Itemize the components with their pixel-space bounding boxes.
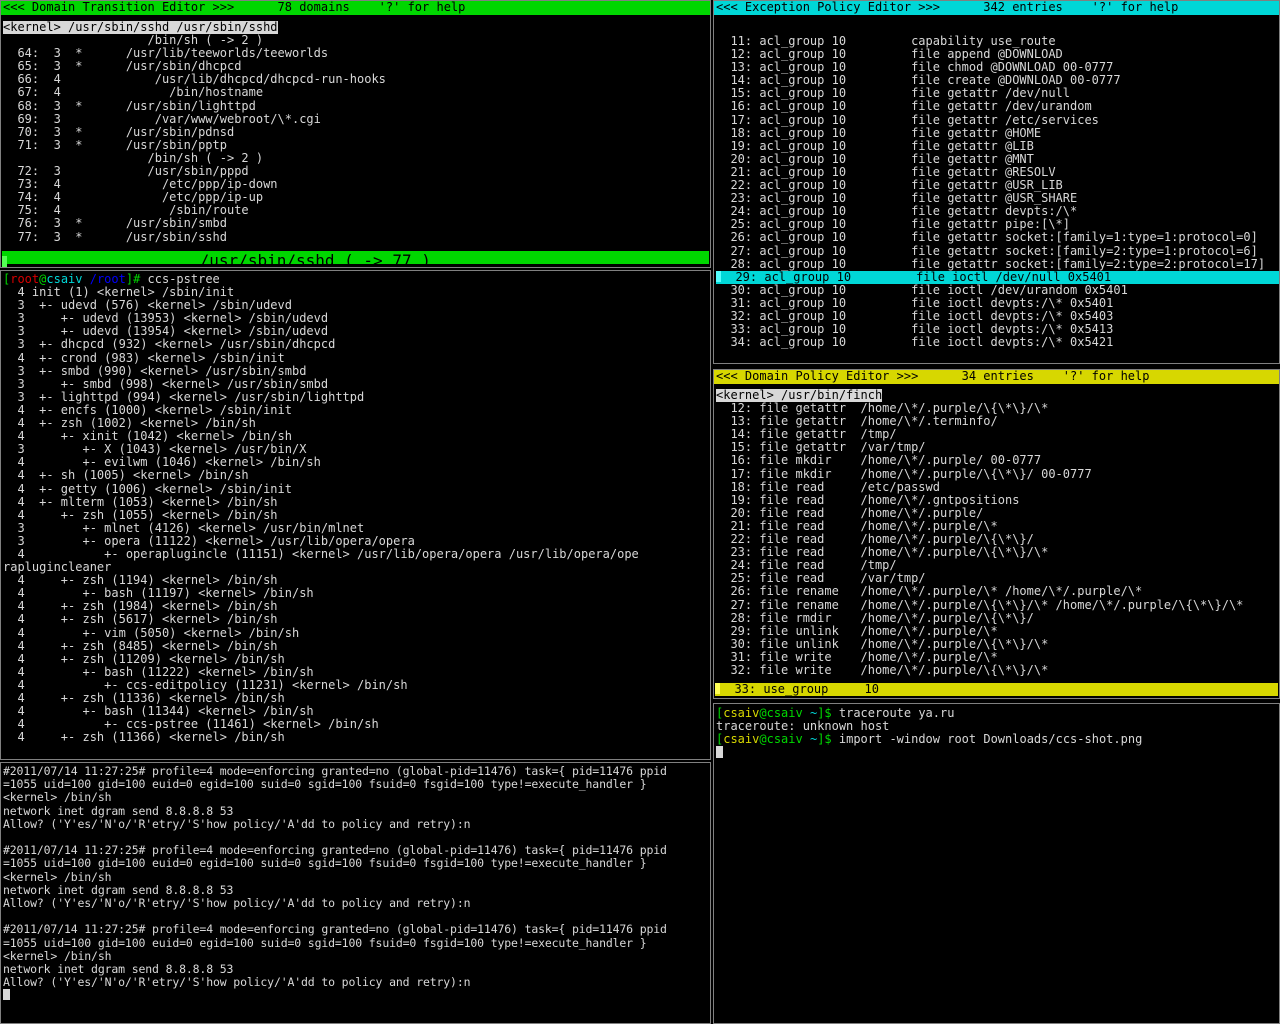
prompt-at: @ [759, 706, 767, 720]
audit-query-output: #2011/07/14 11:27:25# profile=4 mode=enf… [3, 764, 667, 990]
prompt-bracket-close: ]# [125, 272, 141, 286]
exception-selected-text: 29: acl_group 10 file ioctl /dev/null 0x… [721, 269, 1112, 284]
prompt-host: csaiv [46, 272, 83, 286]
exception-rows-after[interactable]: 30: acl_group 10 file ioctl /dev/urandom… [716, 283, 1279, 349]
exception-selected-row[interactable]: 29: acl_group 10 file ioctl /dev/null 0x… [716, 269, 1279, 284]
domain-policy-selected-row[interactable]: 33: use_group 10 [715, 682, 1278, 696]
shell-command-2: import -window root Downloads/ccs-shot.p… [831, 732, 1143, 747]
prompt-host: csaiv [766, 706, 803, 720]
domain-transition-editor-header: <<< Domain Transition Editor >>> 78 doma… [1, 1, 710, 15]
pstree-command: ccs-pstree [140, 272, 220, 286]
domain-transition-selected-text: /usr/sbin/sshd ( -> 77 ) [7, 251, 431, 268]
shell-terminal-window[interactable]: [csaiv@csaiv ~]$ traceroute ya.ru tracer… [713, 703, 1280, 1024]
domain-policy-rows[interactable]: 12: file getattr /home/\*/.purple/\{\*\}… [716, 402, 1279, 677]
domain-policy-editor-window[interactable]: <<< Domain Policy Editor >>> 34 entries … [713, 369, 1280, 699]
domain-transition-selected-row[interactable]: /usr/sbin/sshd ( -> 77 ) [2, 251, 709, 267]
audit-query-body[interactable]: #2011/07/14 11:27:25# profile=4 mode=enf… [1, 763, 710, 1003]
exception-rows-before[interactable]: 11: acl_group 10 capability use_route 12… [716, 34, 1279, 271]
prompt-cwd: /root [89, 272, 126, 286]
exception-policy-editor-header: <<< Exception Policy Editor >>> 342 entr… [714, 1, 1279, 15]
text-cursor [716, 746, 723, 759]
text-cursor [3, 989, 10, 1001]
prompt-user: root [10, 272, 40, 286]
domain-policy-editor-header: <<< Domain Policy Editor >>> 34 entries … [714, 370, 1279, 384]
domain-transition-rows[interactable]: 64: 3 * /usr/lib/teeworlds/teeworlds 65:… [3, 47, 710, 243]
pstree-output: 4 init (1) <kernel> /sbin/init 3 +- udev… [3, 285, 639, 745]
shell-body[interactable]: [csaiv@csaiv ~]$ traceroute ya.ru tracer… [714, 704, 1279, 759]
audit-query-window[interactable]: #2011/07/14 11:27:25# profile=4 mode=enf… [0, 762, 711, 1024]
prompt-user: csaiv [723, 732, 760, 747]
prompt-bracket-close: ]$ [817, 706, 832, 720]
shell-prompt-line-2: [csaiv@csaiv ~]$ import -window root Dow… [716, 733, 1279, 746]
pstree-terminal-window[interactable]: [root@csaiv /root]# ccs-pstree 4 init (1… [0, 270, 711, 760]
domain-transition-editor-window[interactable]: <<< Domain Transition Editor >>> 78 doma… [0, 0, 711, 268]
pstree-body[interactable]: [root@csaiv /root]# ccs-pstree 4 init (1… [1, 271, 710, 744]
prompt-bracket-close: ]$ [817, 732, 832, 747]
prompt-host: csaiv [766, 732, 803, 747]
exception-policy-editor-window[interactable]: <<< Exception Policy Editor >>> 342 entr… [713, 0, 1280, 364]
prompt-at: @ [759, 732, 767, 747]
desktop-screen: <<< Domain Transition Editor >>> 78 doma… [0, 0, 1280, 1024]
exception-policy-editor-body[interactable]: 11: acl_group 10 capability use_route 12… [714, 34, 1279, 349]
shell-command-1: traceroute ya.ru [831, 706, 955, 720]
domain-transition-editor-body[interactable]: <kernel> /usr/sbin/sshd /usr/sbin/sshd /… [1, 20, 710, 244]
domain-policy-editor-body[interactable]: <kernel> /usr/bin/finch 12: file getattr… [714, 388, 1279, 696]
domain-policy-selected-text: 33: use_group 10 [720, 682, 879, 696]
prompt-user: csaiv [723, 706, 760, 720]
